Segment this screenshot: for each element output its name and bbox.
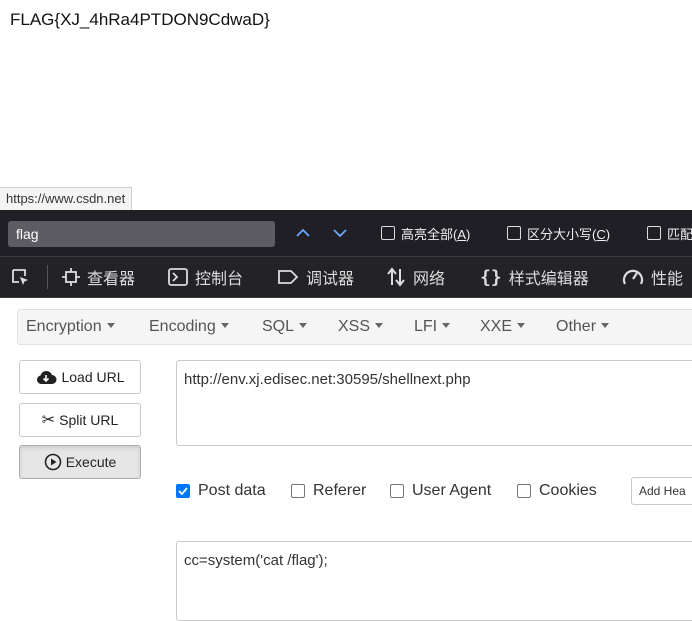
play-circle-icon (44, 453, 62, 471)
hackbar-panel: Encryption Encoding SQL XSS LFI XXE Othe… (0, 298, 692, 621)
user-agent-option[interactable]: User Agent (390, 481, 491, 501)
referer-label: Referer (313, 482, 367, 499)
cookies-option[interactable]: Cookies (517, 481, 597, 501)
tab-style-editor[interactable]: {} 样式编辑器 (480, 257, 589, 297)
caret-down-icon (375, 323, 384, 329)
tab-inspector-label: 查看器 (87, 271, 136, 288)
menu-xxe[interactable]: XXE (480, 310, 526, 344)
find-bar: flag 高亮全部(A) 区分大小写(C) 匹配 (0, 210, 692, 256)
scissors-icon: ✂ (41, 412, 56, 429)
tab-performance[interactable]: 性能 (622, 257, 683, 297)
debugger-icon (278, 270, 299, 284)
find-previous-button[interactable] (292, 222, 314, 244)
match-case-label: 区分大小写(C) (527, 226, 611, 242)
highlight-all-checkbox[interactable] (381, 226, 395, 240)
post-body-textarea[interactable]: cc=system('cat /flag'); (176, 541, 692, 621)
tab-network-label: 网络 (413, 271, 446, 288)
tab-console-label: 控制台 (195, 271, 244, 288)
checkmark-icon (178, 487, 188, 495)
match-diacritics-label: 匹配 (667, 226, 692, 242)
caret-down-icon (601, 323, 610, 329)
tab-inspector[interactable]: 查看器 (62, 257, 135, 297)
match-diacritics-checkbox[interactable] (647, 226, 661, 240)
find-input[interactable]: flag (8, 221, 275, 247)
tab-debugger-label: 调试器 (306, 271, 355, 288)
curly-braces-icon: {} (480, 266, 502, 288)
cloud-download-icon (37, 370, 57, 384)
link-status-tooltip: https://www.csdn.net (0, 187, 133, 211)
load-url-label: Load URL (61, 369, 125, 385)
chevron-down-icon (333, 229, 347, 238)
element-picker-icon (12, 269, 28, 285)
network-arrows-icon (387, 267, 405, 287)
menu-lfi[interactable]: LFI (414, 310, 451, 344)
gauge-icon (622, 269, 644, 285)
caret-down-icon (299, 323, 308, 329)
menu-sql[interactable]: SQL (262, 310, 308, 344)
menu-encryption[interactable]: Encryption (26, 310, 115, 344)
split-url-button[interactable]: ✂ Split URL (19, 403, 141, 437)
referer-checkbox[interactable] (291, 484, 305, 498)
highlight-all-label: 高亮全部(A) (401, 226, 471, 242)
user-agent-checkbox[interactable] (390, 484, 404, 498)
tab-style-editor-label: 样式编辑器 (508, 271, 589, 288)
add-header-button[interactable]: Add Hea (631, 477, 692, 505)
caret-down-icon (517, 323, 526, 329)
post-data-option[interactable]: Post data (176, 481, 266, 501)
url-textarea[interactable]: http://env.xj.edisec.net:30595/shellnext… (176, 360, 692, 446)
devtools-toolbar: 查看器 控制台 调试器 网络 {} 样式编辑器 性能 (0, 256, 692, 298)
post-data-checkbox[interactable] (176, 484, 190, 498)
match-case-checkbox[interactable] (507, 226, 521, 240)
highlight-all-option[interactable]: 高亮全部(A) (381, 223, 470, 243)
referer-option[interactable]: Referer (291, 481, 366, 501)
execute-button[interactable]: Execute (19, 445, 141, 479)
chevron-up-icon (296, 228, 310, 237)
post-data-label: Post data (198, 482, 266, 499)
split-url-label: Split URL (59, 412, 119, 428)
flag-output-text: FLAG{XJ_4hRa4PTDON9CdwaD} (10, 10, 270, 29)
tab-network[interactable]: 网络 (386, 257, 445, 297)
tab-performance-label: 性能 (651, 271, 684, 288)
menu-other[interactable]: Other (556, 310, 610, 344)
caret-down-icon (220, 323, 229, 329)
caret-down-icon (106, 323, 115, 329)
tab-debugger[interactable]: 调试器 (277, 257, 354, 297)
load-url-button[interactable]: Load URL (19, 360, 141, 394)
menu-xss[interactable]: XSS (338, 310, 384, 344)
match-case-option[interactable]: 区分大小写(C) (507, 223, 610, 243)
find-next-button[interactable] (329, 222, 351, 244)
match-diacritics-option[interactable]: 匹配 (647, 223, 692, 243)
cookies-label: Cookies (539, 482, 597, 499)
caret-down-icon (442, 323, 451, 329)
menu-encoding[interactable]: Encoding (149, 310, 229, 344)
hackbar-menu: Encryption Encoding SQL XSS LFI XXE Othe… (17, 309, 692, 345)
inspector-icon (62, 268, 80, 286)
element-picker-button[interactable] (10, 257, 30, 297)
user-agent-label: User Agent (412, 482, 492, 499)
cookies-checkbox[interactable] (517, 484, 531, 498)
tab-console[interactable]: 控制台 (168, 257, 243, 297)
execute-label: Execute (65, 454, 117, 470)
console-icon (168, 268, 188, 286)
toolbar-divider (47, 265, 48, 289)
